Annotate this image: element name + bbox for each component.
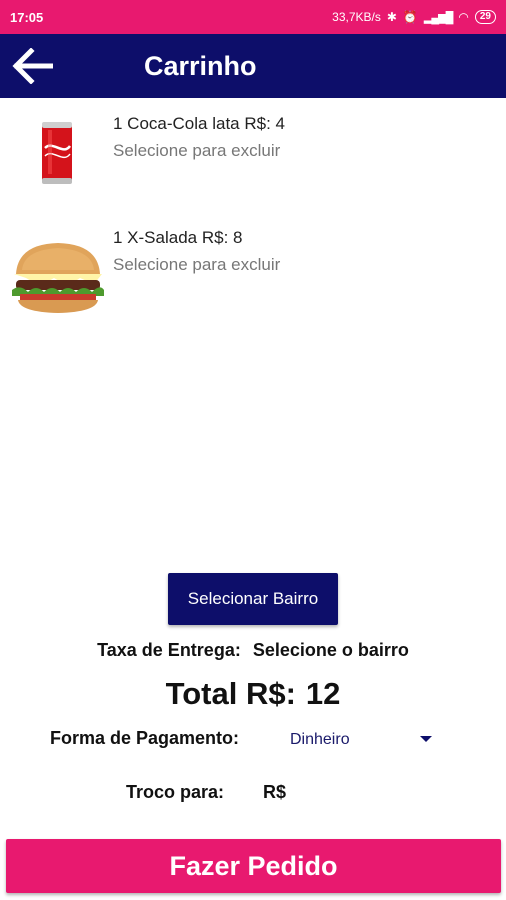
cart-item[interactable]: 1 X-Salada R$: 8 Selecione para excluir [0, 212, 506, 322]
coca-cola-can-icon [8, 118, 108, 188]
status-time: 17:05 [10, 9, 44, 25]
item-delete-hint: Selecione para excluir [113, 141, 281, 160]
select-neighborhood-button[interactable]: Selecionar Bairro [168, 573, 338, 625]
page-title: Carrinho [144, 50, 257, 81]
delivery-fee-label: Taxa de Entrega: [97, 640, 241, 660]
back-button[interactable] [2, 34, 62, 98]
arrow-left-icon [12, 48, 53, 84]
change-input[interactable]: R$ [263, 782, 286, 803]
signal-icon: ▂▄▆█ [423, 11, 453, 24]
burger-icon [8, 240, 108, 316]
payment-method-select[interactable]: Dinheiro [290, 728, 440, 752]
total-label: Total R$: [165, 676, 296, 711]
alarm-off-icon: ⏰ [402, 10, 418, 24]
cart-item[interactable]: 1 Coca-Cola lata R$: 4 Selecione para ex… [0, 98, 506, 208]
payment-label: Forma de Pagamento: [50, 728, 240, 748]
status-icons: 33,7KB/s ✱ ⏰ ▂▄▆█ ◠ 29 [332, 10, 496, 24]
change-label: Troco para: [126, 782, 225, 802]
total-value: 12 [305, 676, 341, 711]
battery-icon: 29 [474, 10, 496, 24]
dropdown-arrow-icon [420, 736, 432, 742]
delivery-fee-value: Selecione o bairro [252, 640, 409, 660]
total-row: Total R$: 12 [0, 676, 506, 712]
status-bar: 17:05 33,7KB/s ✱ ⏰ ▂▄▆█ ◠ 29 [0, 0, 506, 34]
app-bar: Carrinho [0, 34, 506, 98]
wifi-icon: ◠ [458, 10, 469, 24]
item-name: 1 Coca-Cola lata R$: 4 [113, 114, 285, 133]
item-delete-hint: Selecione para excluir [113, 255, 281, 274]
item-name: 1 X-Salada R$: 8 [113, 228, 243, 247]
place-order-button[interactable]: Fazer Pedido [6, 839, 501, 893]
delivery-fee-row: Taxa de Entrega: Selecione o bairro [0, 640, 506, 661]
bluetooth-icon: ✱ [386, 10, 397, 24]
net-speed: 33,7KB/s [332, 10, 381, 24]
payment-selected-value: Dinheiro [290, 731, 350, 748]
